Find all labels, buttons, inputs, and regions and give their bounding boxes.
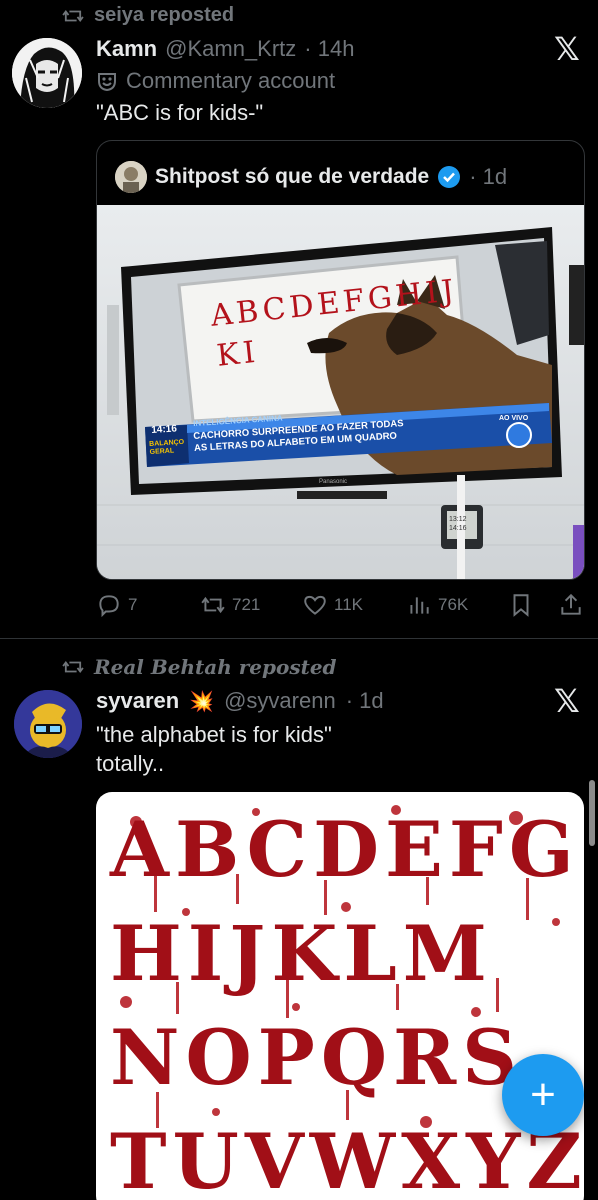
- reply-icon: [99, 595, 119, 618]
- reply-button[interactable]: 7: [96, 592, 137, 618]
- like-button[interactable]: 11K: [302, 592, 363, 618]
- thermometer-display: 13:12 14:16: [449, 515, 467, 533]
- author-name[interactable]: Kamn: [96, 36, 157, 62]
- alphabet-row-1: ABCDEFG: [110, 805, 580, 894]
- tweet-text-2-line2: totally..: [96, 751, 165, 776]
- views-count: 76K: [438, 595, 469, 614]
- like-count: 11K: [334, 595, 363, 614]
- post1-header: Kamn @Kamn_Krtz · 14h: [96, 36, 354, 62]
- tv-time: 14:16: [151, 423, 178, 436]
- repost-indicator[interactable]: seiya reposted: [62, 4, 234, 27]
- plus-icon: +: [530, 1070, 556, 1119]
- x-logo-icon[interactable]: 𝕏: [554, 30, 580, 68]
- share-button[interactable]: [558, 592, 584, 618]
- avatar[interactable]: [12, 38, 82, 108]
- tweet-text-2: "the alphabet is for kids" totally..: [96, 720, 332, 778]
- thermometer-line1: 13:12: [449, 516, 467, 523]
- compose-button[interactable]: +: [502, 1054, 584, 1136]
- post-time[interactable]: · 14h: [304, 36, 354, 62]
- repost-icon: [62, 661, 84, 673]
- repost-button[interactable]: 721: [200, 592, 260, 618]
- x-logo-icon[interactable]: 𝕏: [554, 682, 580, 720]
- explosion-icon: 💥: [189, 691, 215, 713]
- board-letters-row2: KI: [215, 334, 261, 374]
- quote-time[interactable]: · 1d: [469, 164, 507, 190]
- post1-actions: 7 721 11K 76K: [96, 590, 588, 622]
- views-button[interactable]: 76K: [406, 592, 468, 618]
- verified-badge-icon: [438, 166, 461, 188]
- quote-header: Shitpost só que de verdade · 1d: [115, 161, 507, 193]
- repost-indicator-2[interactable]: Real Behtah reposted: [62, 655, 337, 679]
- reply-count: 7: [128, 595, 138, 614]
- share-icon: [561, 593, 581, 615]
- avatar-image: [12, 38, 82, 108]
- author-handle[interactable]: @Kamn_Krtz: [165, 36, 296, 62]
- heart-icon: [304, 595, 326, 615]
- repost-icon: [62, 9, 84, 22]
- blood-alphabet: ABCDEFG HIJKLM NOPQRS TUVWXYZ: [110, 798, 584, 1200]
- post-time-2[interactable]: · 1d: [346, 688, 384, 714]
- scrollbar-thumb[interactable]: [589, 780, 595, 846]
- quote-avatar[interactable]: [115, 161, 147, 193]
- tv-show-name: BALANÇO GERAL: [149, 439, 185, 457]
- tweet-text-2-line1: "the alphabet is for kids": [96, 722, 332, 747]
- post2-header: syvaren 💥 @syvarenn · 1d: [96, 688, 384, 714]
- tv-live-label: AO VIVO: [499, 415, 529, 422]
- post2-image[interactable]: ABCDEFG HIJKLM NOPQRS TUVWXYZ: [96, 792, 584, 1200]
- alphabet-row-2: HIJKLM: [110, 909, 493, 998]
- quote-image[interactable]: ABCDEFGHIJ KI 14:16 BALANÇO GERAL INTELI…: [97, 205, 584, 579]
- repost-count: 721: [232, 595, 261, 614]
- bookmark-icon: [513, 594, 529, 617]
- author-name-2[interactable]: syvaren: [96, 688, 179, 714]
- repost-label[interactable]: seiya reposted: [94, 4, 234, 27]
- badge-label: Commentary account: [126, 68, 336, 93]
- repost-label-2[interactable]: Real Behtah reposted: [94, 655, 337, 679]
- tweet-text: "ABC is for kids-": [96, 100, 264, 125]
- author-handle-2[interactable]: @syvarenn: [224, 688, 336, 714]
- tv-photo: [97, 205, 584, 579]
- avatar-2-image: [14, 690, 82, 758]
- quote-avatar-image: [115, 161, 147, 193]
- account-badge[interactable]: Commentary account: [96, 68, 335, 94]
- views-icon: [410, 597, 429, 614]
- tv-brand: Panasonic: [319, 479, 348, 485]
- avatar-2[interactable]: [14, 690, 82, 758]
- mask-icon: [98, 73, 116, 92]
- quoted-post[interactable]: Shitpost só que de verdade · 1d ABCDEFGH…: [96, 140, 585, 580]
- repost-icon: [201, 596, 225, 614]
- post-divider: [0, 638, 598, 639]
- quote-author-name[interactable]: Shitpost só que de verdade: [155, 165, 429, 189]
- thermometer-line2: 14:16: [449, 525, 467, 532]
- bookmark-button[interactable]: [508, 592, 534, 618]
- alphabet-row-4: TUVWXYZ: [110, 1117, 584, 1200]
